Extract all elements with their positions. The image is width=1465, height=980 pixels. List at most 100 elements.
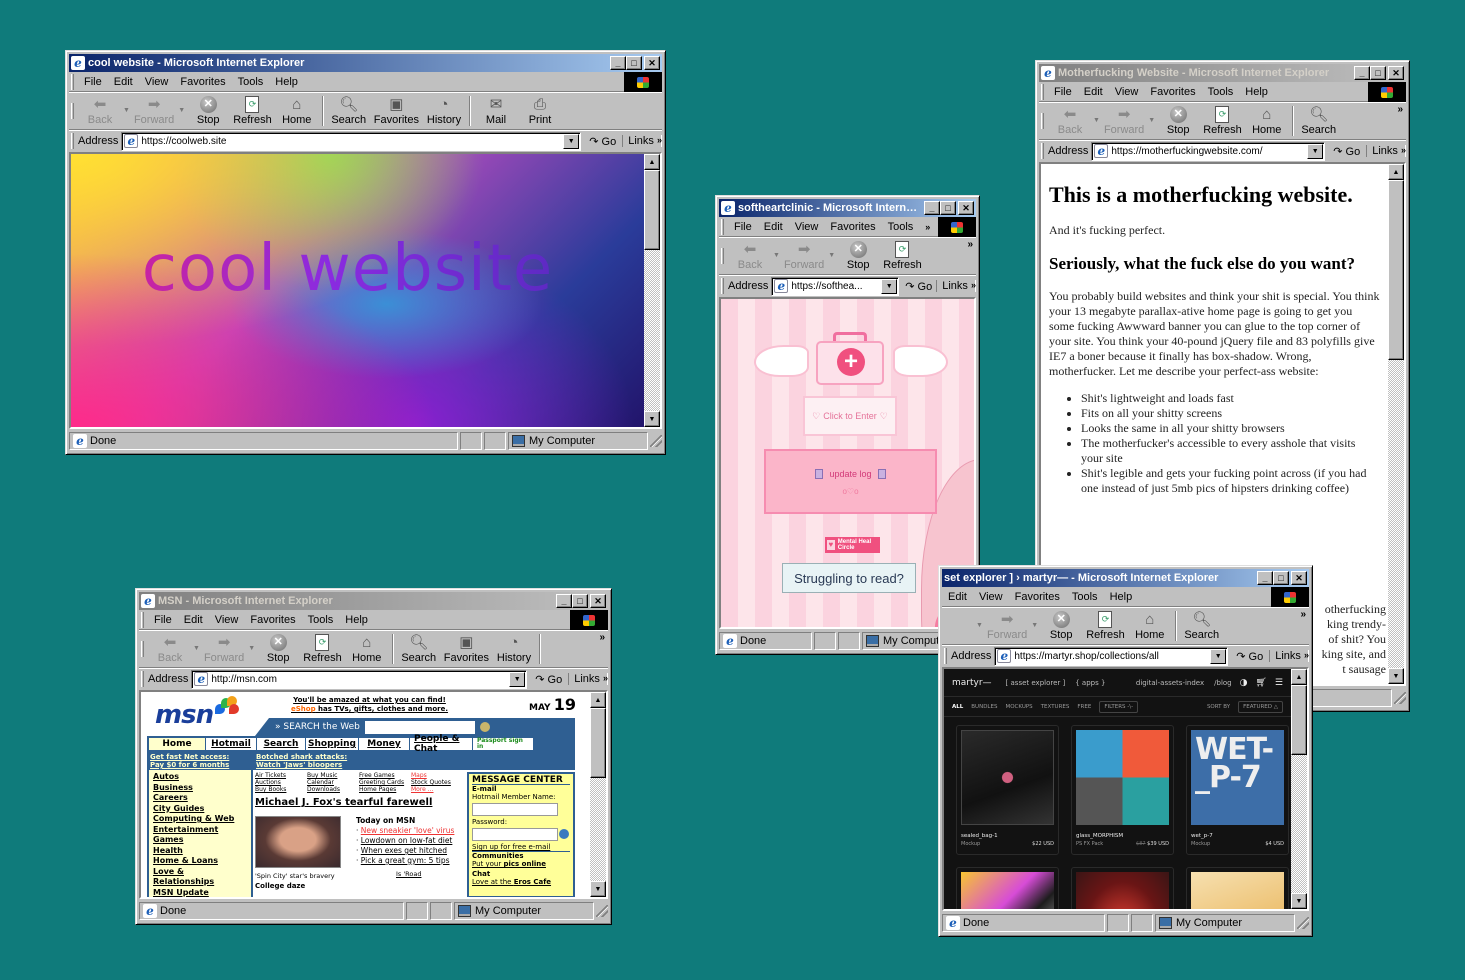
vertical-scrollbar[interactable]: ▲ ▼ xyxy=(590,692,606,897)
quick-link[interactable]: Buy Books xyxy=(255,786,307,793)
maximize-button[interactable]: □ xyxy=(626,56,642,70)
story-link[interactable]: Is 'Road xyxy=(396,869,466,879)
category-link[interactable]: Health xyxy=(153,846,247,857)
menu-view[interactable]: View xyxy=(789,221,825,233)
refresh-button[interactable]: ⟳ Refresh xyxy=(300,631,345,667)
title-bar[interactable]: e Motherfucking Website - Microsoft Inte… xyxy=(1039,64,1406,82)
passport-sign-in[interactable]: Passport sign in xyxy=(473,738,533,750)
toolbar-grip[interactable] xyxy=(141,640,144,657)
category-link[interactable]: MSN Update xyxy=(153,888,247,898)
today-link[interactable]: Lowdown on low-fat diet xyxy=(361,836,453,845)
toolbar-grip[interactable] xyxy=(944,648,947,664)
nav-blog[interactable]: /blog xyxy=(1214,679,1231,687)
search-button[interactable]: 🔍︎ Search xyxy=(327,93,371,129)
menu-tools[interactable]: Tools xyxy=(302,614,340,626)
nav-hotmail[interactable]: Hotmail xyxy=(206,738,256,750)
password-input[interactable] xyxy=(472,828,558,841)
search-button[interactable]: 🔍︎ Search xyxy=(1180,608,1224,644)
refresh-button[interactable]: ⟳ Refresh xyxy=(1200,103,1245,139)
toolbar-grip[interactable] xyxy=(71,133,74,149)
links-button[interactable]: Links » xyxy=(1269,650,1309,662)
nav-digital-assets-index[interactable]: digital-assets-index xyxy=(1136,679,1204,687)
minimize-button[interactable]: _ xyxy=(610,56,626,70)
title-bar[interactable]: set explorer ] › martyr— - Microsoft Int… xyxy=(942,569,1309,587)
search-go-button[interactable] xyxy=(479,722,490,732)
menu-file[interactable]: File xyxy=(78,76,108,88)
menu-help[interactable]: Help xyxy=(269,76,304,88)
back-dropdown[interactable]: ▼ xyxy=(1093,117,1100,124)
forward-button[interactable]: ➡ Forward xyxy=(201,631,247,667)
product-card[interactable] xyxy=(1071,867,1174,909)
shop-logo[interactable]: martyr— xyxy=(952,678,992,688)
filter-all[interactable]: ALL xyxy=(952,704,963,710)
quick-link[interactable]: Maps xyxy=(411,772,457,779)
back-button[interactable]: ⬅ Back xyxy=(1048,103,1092,139)
toolbar-grip[interactable] xyxy=(1041,112,1044,129)
promo-link-net-access[interactable]: Get fast Net access: Pay $0 for 6 months xyxy=(147,752,253,770)
address-dropdown[interactable]: ▼ xyxy=(1307,143,1324,159)
menu-file[interactable]: File xyxy=(148,614,178,626)
scroll-up-button[interactable]: ▲ xyxy=(590,692,606,708)
forward-dropdown[interactable]: ▼ xyxy=(828,252,835,259)
stop-button[interactable]: ✕ Stop xyxy=(186,93,230,129)
update-log-panel[interactable]: update log o♡o xyxy=(764,449,937,514)
toolbar-grip[interactable] xyxy=(1041,143,1044,159)
back-button[interactable]: ⬅ Back xyxy=(148,631,192,667)
sort-select[interactable]: FEATURED △ xyxy=(1238,700,1283,713)
scroll-thumb[interactable] xyxy=(1291,685,1307,755)
resize-grip[interactable] xyxy=(596,905,608,917)
menu-tools[interactable]: Tools xyxy=(1066,591,1104,603)
product-card[interactable]: sealed_bag-1 Mockup $22 USD xyxy=(956,725,1059,855)
go-button[interactable]: ↷ Go xyxy=(905,280,932,293)
nav-home[interactable]: Home xyxy=(149,738,205,750)
menu-view[interactable]: View xyxy=(209,614,245,626)
category-link[interactable]: Home & Loans xyxy=(153,856,247,867)
quick-link[interactable]: Stock Quotes xyxy=(411,779,457,786)
address-dropdown[interactable]: ▼ xyxy=(881,278,898,294)
forward-button[interactable]: ➡ Forward xyxy=(781,238,827,274)
scroll-down-button[interactable]: ▼ xyxy=(1291,893,1307,909)
print-button[interactable]: ⎙ Print xyxy=(518,93,562,129)
toolbar-grip[interactable] xyxy=(141,671,144,687)
quick-link[interactable]: More ... xyxy=(411,786,457,793)
scroll-thumb[interactable] xyxy=(590,708,606,778)
links-button[interactable]: Links » xyxy=(622,135,662,147)
toolbar-overflow-chevron[interactable]: » xyxy=(599,632,605,643)
menu-view[interactable]: View xyxy=(1109,86,1145,98)
address-dropdown[interactable]: ▼ xyxy=(1210,648,1227,664)
menu-file[interactable]: File xyxy=(1048,86,1078,98)
chat-link[interactable]: Love at the Eros Cafe xyxy=(472,878,570,886)
menu-help[interactable]: Help xyxy=(1104,591,1139,603)
menu-hamburger-icon[interactable]: ☰ xyxy=(1275,678,1283,688)
stop-button[interactable]: ✕ Stop xyxy=(1156,103,1200,139)
search-button[interactable]: 🔍︎ Search xyxy=(397,631,441,667)
filter-mockups[interactable]: MOCKUPS xyxy=(1005,704,1032,710)
scroll-up-button[interactable]: ▲ xyxy=(644,154,660,170)
vertical-scrollbar[interactable]: ▲ ▼ xyxy=(1388,164,1404,684)
eshop-link[interactable]: eShop xyxy=(291,705,316,713)
address-input[interactable]: e http://msn.com ▼ xyxy=(191,669,528,689)
home-button[interactable]: ⌂ Home xyxy=(275,93,319,129)
toolbar-overflow-chevron[interactable]: » xyxy=(1300,609,1306,620)
minimize-button[interactable]: _ xyxy=(1257,571,1273,585)
home-button[interactable]: ⌂ Home xyxy=(1128,608,1172,644)
quick-link[interactable]: Free Games xyxy=(359,772,411,779)
signup-link[interactable]: Sign up for free e-mail xyxy=(472,843,570,852)
address-input[interactable]: e https://softhea... ▼ xyxy=(771,276,900,296)
back-dropdown[interactable]: ▼ xyxy=(193,645,200,652)
msn-logo[interactable]: msn xyxy=(155,700,214,730)
promo-link-shark[interactable]: Botched shark attacks: Watch 'Jaws' bloop… xyxy=(253,752,350,770)
menu-view[interactable]: View xyxy=(139,76,175,88)
category-link[interactable]: City Guides xyxy=(153,804,247,815)
go-button[interactable]: ↷ Go xyxy=(1236,650,1263,663)
quick-link[interactable]: Auctions xyxy=(255,779,307,786)
today-link[interactable]: Pick a great gym: 5 tips xyxy=(361,856,450,865)
go-button[interactable]: ↷ Go xyxy=(589,135,616,148)
links-button[interactable]: Links » xyxy=(936,280,976,292)
resize-grip[interactable] xyxy=(650,435,662,447)
maximize-button[interactable]: □ xyxy=(940,201,956,215)
close-button[interactable]: ✕ xyxy=(1388,66,1404,80)
quick-link[interactable]: Air Tickets xyxy=(255,772,307,779)
menu-file[interactable]: File xyxy=(728,221,758,233)
nav-asset-explorer[interactable]: [ asset explorer ] xyxy=(1006,679,1066,687)
